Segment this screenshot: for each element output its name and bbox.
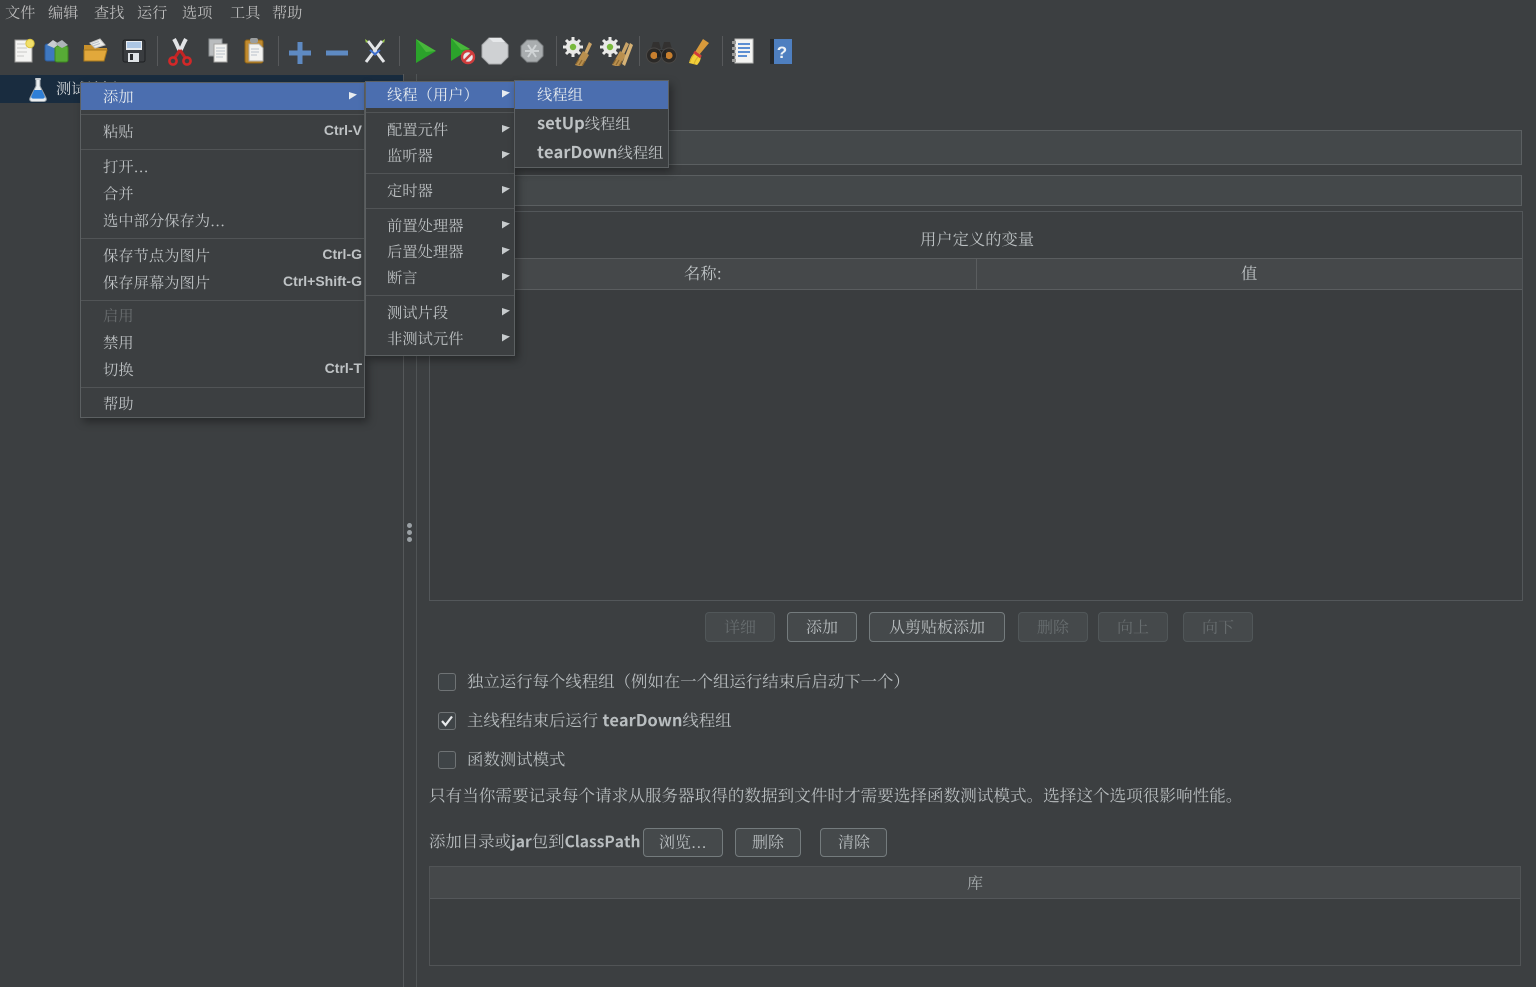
svg-text:?: ? (777, 43, 787, 62)
